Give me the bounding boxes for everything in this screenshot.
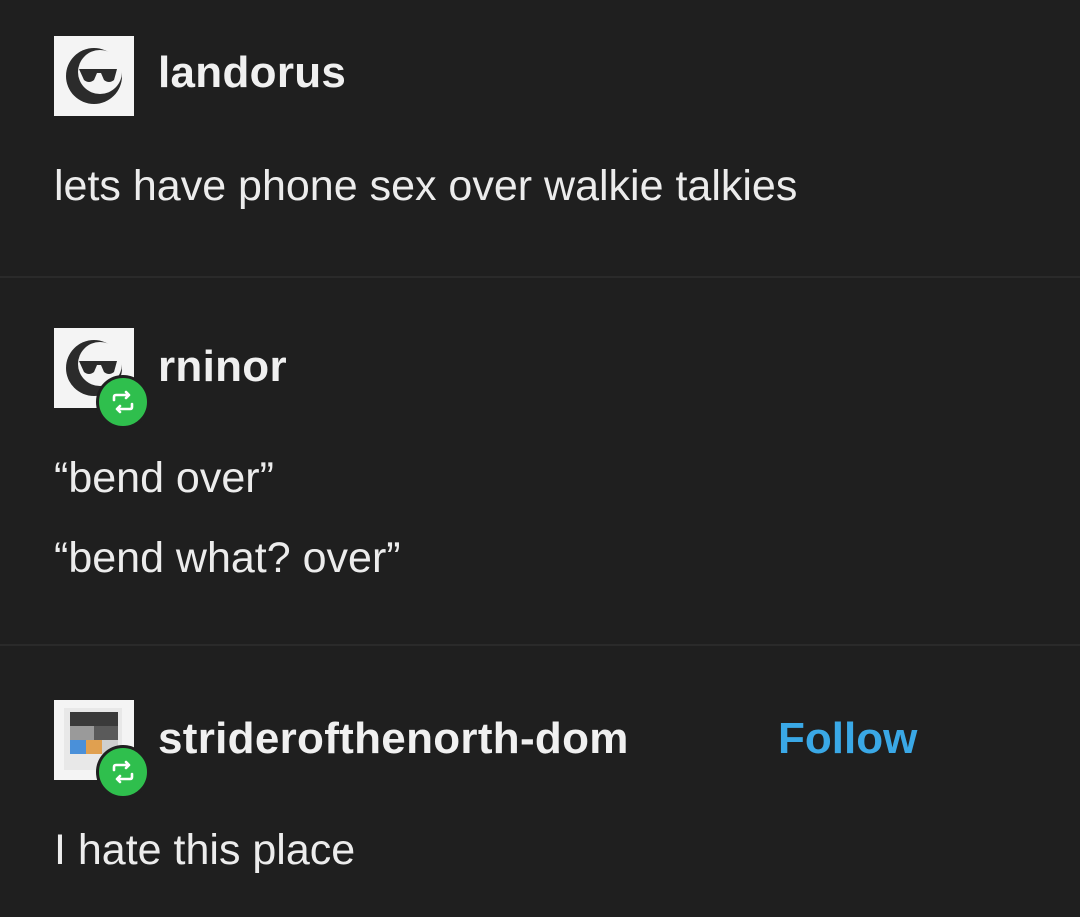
username-rninor[interactable]: rninor [158,342,287,392]
sunglasses-face-icon [54,36,134,116]
username-striderofthenorth-dom[interactable]: striderofthenorth-dom [158,714,629,764]
post-striderofthenorth-dom: striderofthenorth-dom Follow I hate this… [0,644,1080,917]
avatar-landorus[interactable] [54,36,134,116]
post-text-line: “bend over” [54,454,274,502]
post-text-line: lets have phone sex over walkie talkies [54,162,798,210]
reblog-icon [112,760,134,784]
post-text-line: “bend what? over” [54,534,401,582]
post-rninor: rninor “bend over” “bend what? over” [0,276,1080,644]
reblog-badge [96,375,150,429]
post-landorus: landorus lets have phone sex over walkie… [0,0,1080,276]
reblog-badge [96,745,150,799]
post-text-line: I hate this place [54,826,356,874]
follow-button[interactable]: Follow [778,714,917,764]
reblog-icon [112,390,134,414]
username-landorus[interactable]: landorus [158,48,346,98]
